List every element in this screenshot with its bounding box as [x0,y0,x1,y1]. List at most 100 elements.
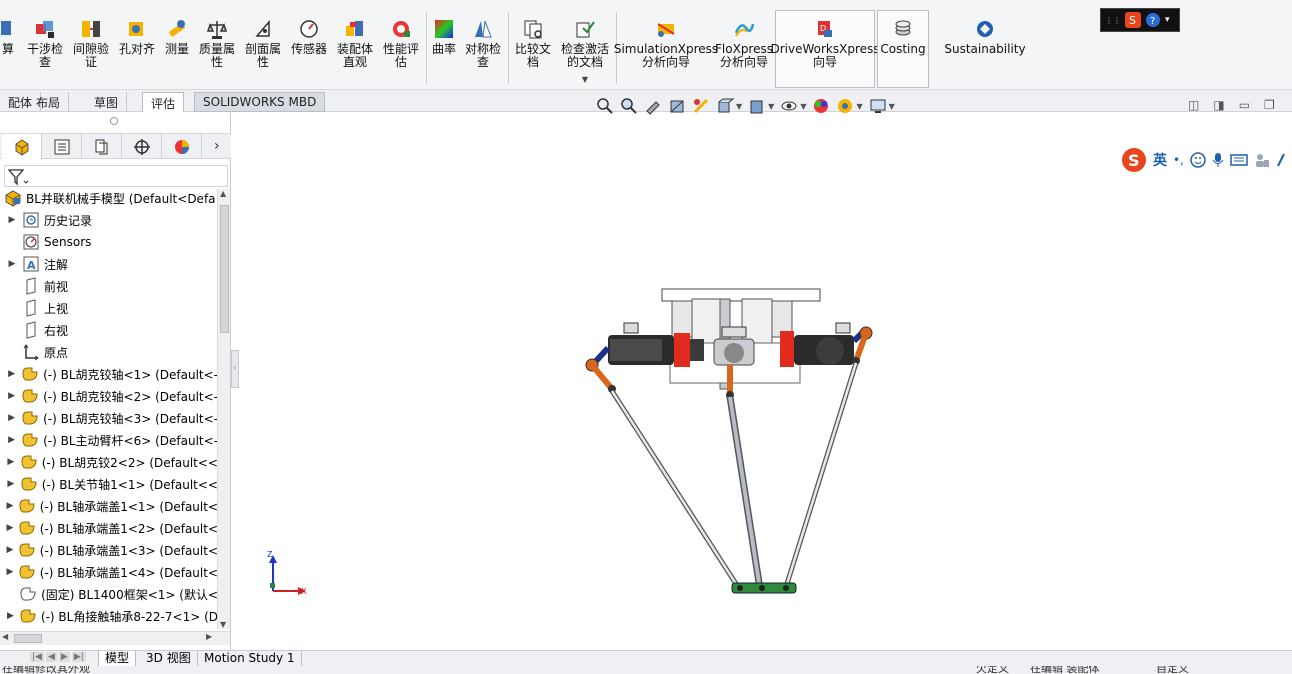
restore-right-icon[interactable]: ◨ [1213,98,1224,112]
scroll-left-icon[interactable]: ◀ [2,632,8,641]
chevron-down-icon[interactable]: ▼ [889,102,895,111]
help-icon[interactable]: ? [1145,12,1161,28]
tree-item[interactable]: ▶ (-) BL主动臂杆<6> (Default<- [0,429,218,451]
graphics-area[interactable]: Z X [240,113,1292,650]
tab-property-manager[interactable] [42,134,82,159]
tree-item[interactable]: ▶ 历史记录 [0,209,218,231]
tree-item[interactable]: 上视 [0,297,218,319]
partial-button[interactable]: 算 [0,18,16,56]
sensor-button[interactable]: 传感器 [288,18,330,56]
tree-horizontal-scrollbar[interactable]: ◀ ▶ [0,631,230,645]
tab-evaluate[interactable]: 评估 [142,92,185,112]
chevron-down-icon[interactable]: ▼ [736,102,742,111]
maximize-icon[interactable]: ❐ [1264,98,1275,112]
tab-sketch[interactable]: 草图 [86,92,128,112]
tree-item[interactable]: ▶ A 注解 [0,253,218,275]
scroll-thumb[interactable] [220,205,229,333]
tree-item[interactable]: ▶ (-) BL轴承端盖1<4> (Default< [0,561,218,583]
scroll-right-icon[interactable]: ▶ [206,632,212,641]
tree-item[interactable]: ▶ (-) BL轴承端盖1<1> (Default< [0,495,218,517]
tab-dimxpert-manager[interactable] [122,134,162,159]
compare-documents-button[interactable]: 比较文 档 [512,18,554,69]
chevron-right-icon[interactable]: › [214,138,220,154]
expand-arrow-icon[interactable]: ▶ [6,369,17,379]
tree-item[interactable]: 右视 [0,319,218,341]
restore-left-icon[interactable]: ◫ [1188,98,1199,112]
tree-vertical-scrollbar[interactable]: ▲ ▼ [217,189,230,629]
tree-root-assembly[interactable]: BL并联机械手模型 (Default<Defa [0,187,218,209]
expand-arrow-icon[interactable]: ▶ [6,479,16,489]
expand-arrow-icon[interactable]: ▶ [6,259,18,269]
filter-icon[interactable] [7,167,29,187]
costing-button[interactable]: Costing [878,18,928,56]
driveworksxpress-button[interactable]: D DriveWorksXpress 向导 [770,18,880,69]
tree-item[interactable]: ▶ (-) BL轴承端盖1<3> (Default< [0,539,218,561]
expand-arrow-icon[interactable]: ▶ [6,435,17,445]
tab-solidworks-mbd[interactable]: SOLIDWORKS MBD [194,92,326,112]
assembly-visualization-button[interactable]: 装配体 直观 [334,18,376,69]
scroll-down-icon[interactable]: ▼ [220,620,226,629]
measure-button[interactable]: 测量 [160,18,194,56]
clearance-verify-button[interactable]: 间隙验 证 [70,18,112,69]
tree-item[interactable]: ▶ (-) BL胡克铰轴<1> (Default<- [0,363,218,385]
tab-layout[interactable]: 布局 [28,92,70,112]
expand-arrow-icon[interactable]: ▶ [6,391,17,401]
section-properties-button[interactable]: 剖面属 性 [242,18,284,69]
tree-item[interactable]: ▶ (-) BL胡克铰轴<2> (Default<- [0,385,218,407]
simulationxpress-button[interactable]: SimulationXpress 分析向导 [614,18,718,69]
panel-grip-icon[interactable] [110,117,118,125]
tab-feature-manager[interactable] [2,134,42,159]
chevron-down-icon[interactable]: ▼ [856,102,862,111]
part-icon [21,431,39,449]
next-tab-icon[interactable]: ▶ [58,652,70,662]
tree-item[interactable]: ▶ (-) BL胡克铰2<2> (Default<< [0,451,218,473]
sustainability-button[interactable]: Sustainability [940,18,1030,56]
tree-item[interactable]: 原点 [0,341,218,363]
interference-check-button[interactable]: 干涉检 查 [24,18,66,69]
expand-arrow-icon[interactable]: ▶ [6,567,14,577]
first-tab-icon[interactable]: |◀ [30,652,44,662]
ime-toolbar-top[interactable]: ⋮⋮ S ? ▾ [1100,8,1180,32]
expand-arrow-icon[interactable]: ▶ [6,501,14,511]
expand-arrow-icon[interactable]: ▶ [6,215,18,225]
last-tab-icon[interactable]: ▶| [71,652,86,662]
floxpress-button[interactable]: FloXpress 分析向导 [715,18,773,69]
hscroll-thumb[interactable] [14,634,42,643]
expand-arrow-icon[interactable]: ▶ [6,545,14,555]
tab-configuration-manager[interactable] [82,134,122,159]
tab-motion-study[interactable]: Motion Study 1 [198,651,302,667]
chevron-down-icon[interactable]: ▾ [1165,15,1170,25]
expand-arrow-icon[interactable]: ▶ [6,611,15,621]
scroll-up-icon[interactable]: ▲ [220,189,226,198]
chevron-down-icon[interactable]: ▼ [800,102,806,111]
collapse-panel-icon[interactable]: ‹ [233,363,236,372]
expand-arrow-icon[interactable]: ▶ [6,413,17,423]
tree-item[interactable]: ▶ (-) BL角接触轴承8-22-7<1> (D [0,605,218,627]
check-doc-icon [574,18,596,40]
tree-item[interactable]: ▶ (-) BL关节轴1<1> (Default<< [0,473,218,495]
hole-align-button[interactable]: 孔对齐 [116,18,158,56]
minimize-icon[interactable]: ▭ [1239,98,1250,112]
tab-model[interactable]: 模型 [98,651,137,667]
panel-splitter[interactable]: ‹ [231,350,239,388]
performance-evaluation-button[interactable]: 性能评 估 [380,18,422,69]
tree-filter[interactable] [4,165,228,187]
chevron-down-icon[interactable]: ▼ [768,102,774,111]
plane-icon [22,277,40,295]
status-units[interactable]: 自定义 [1156,666,1189,674]
check-active-document-button[interactable]: 检查激活 的文档 ▼ [558,18,612,86]
mass-properties-button[interactable]: 质量属 性 [196,18,238,69]
expand-arrow-icon[interactable]: ▶ [6,457,16,467]
tree-item[interactable]: ▶ (-) BL轴承端盖1<2> (Default< [0,517,218,539]
prev-tab-icon[interactable]: ◀ [45,652,57,662]
curvature-button[interactable]: 曲率 [430,18,458,56]
tree-item[interactable]: 前视 [0,275,218,297]
tree-item[interactable]: (固定) BL1400框架<1> (默认< [0,583,218,605]
tab-display-manager[interactable] [162,134,202,159]
tab-3d-view[interactable]: 3D 视图 [140,651,198,667]
tree-item[interactable]: ▶ (-) BL胡克铰轴<3> (Default<- [0,407,218,429]
tree-item[interactable]: Sensors [0,231,218,253]
symmetry-check-button[interactable]: 对称检 查 [462,18,504,69]
dropdown-caret-icon[interactable]: ▼ [582,73,588,86]
expand-arrow-icon[interactable]: ▶ [6,523,14,533]
